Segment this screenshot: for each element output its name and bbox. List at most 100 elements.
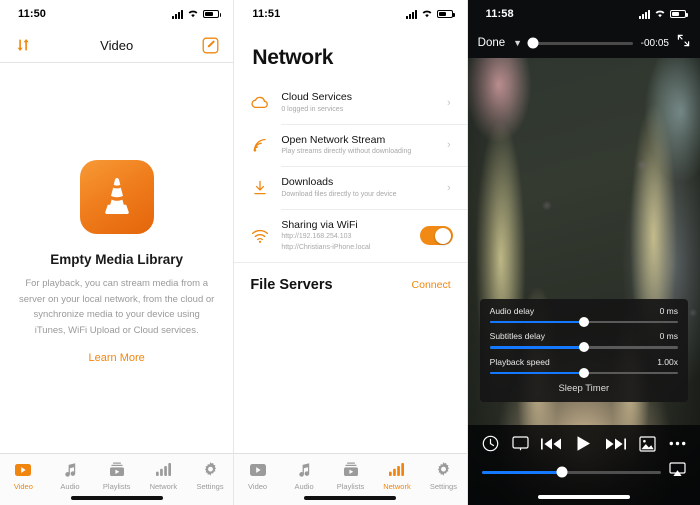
option-label: Playback speed [489, 356, 550, 367]
status-time: 11:58 [485, 8, 514, 20]
video-icon [15, 461, 32, 478]
tab-audio[interactable]: Audio [47, 461, 94, 491]
aspect-ratio-icon[interactable] [639, 435, 656, 452]
status-bar: 11:58 [467, 0, 700, 28]
audio-delay-slider[interactable] [489, 316, 678, 327]
tab-playlists-label: Playlists [336, 482, 365, 491]
home-indicator [304, 496, 397, 500]
option-value: 0 ms [659, 305, 678, 316]
expand-icon[interactable] [677, 34, 690, 52]
empty-description: For playback, you can stream media from … [18, 278, 215, 337]
row-title: Cloud Services [281, 91, 352, 103]
tab-video-label: Video [13, 482, 33, 491]
playlists-icon [343, 461, 359, 478]
chevron-right-icon: › [446, 182, 451, 195]
previous-icon[interactable] [541, 437, 562, 451]
tab-settings[interactable]: Settings [187, 461, 234, 491]
network-bars-icon [155, 461, 171, 478]
network-row-cloud-services[interactable]: Cloud Services 0 logged in services › [234, 82, 466, 124]
airplay-icon[interactable] [669, 462, 686, 482]
battery-icon [203, 10, 222, 18]
status-icons [172, 5, 222, 23]
row-text: Cloud Services 0 logged in services [281, 91, 436, 115]
row-title: Open Network Stream [281, 133, 386, 146]
panel-network: 11:51 Network Cloud Services 0 logged in… [233, 0, 467, 505]
scrub-slider[interactable] [527, 37, 633, 49]
row-subtitle: http://192.168.254.103 [281, 233, 352, 241]
subtitles-delay-slider[interactable] [489, 342, 678, 353]
play-icon[interactable] [575, 435, 592, 452]
network-bars-icon [389, 461, 405, 478]
gear-icon [436, 461, 451, 478]
tab-video[interactable]: Video [0, 461, 47, 491]
tab-network[interactable]: Network [374, 461, 420, 491]
volume-row [468, 452, 700, 482]
row-text: Sharing via WiFi http://192.168.254.103 … [281, 219, 408, 253]
more-options-icon[interactable] [669, 441, 686, 446]
sleep-timer-button[interactable]: Sleep Timer [490, 382, 678, 397]
volume-slider[interactable] [481, 466, 661, 478]
playback-options-panel: Audio delay 0 ms Subtitles delay 0 ms Pl… [479, 298, 688, 402]
status-time: 11:50 [18, 8, 47, 20]
network-row-downloads[interactable]: Downloads Download files directly to you… [234, 167, 466, 209]
playback-speed-slider[interactable] [489, 367, 678, 378]
network-row-open-network-stream[interactable]: Open Network Stream Play streams directl… [234, 125, 466, 167]
option-playback-speed: Playback speed 1.00x [489, 356, 678, 378]
battery-icon [436, 10, 455, 18]
signal-bars-icon [638, 9, 650, 19]
video-icon [249, 461, 266, 478]
edit-pencil-icon[interactable] [199, 34, 221, 56]
stream-icon [250, 137, 270, 153]
wifi-icon [421, 5, 433, 23]
status-bar: 11:51 [234, 0, 466, 28]
cloud-icon [250, 96, 270, 110]
wifi-sharing-toggle[interactable] [419, 226, 453, 246]
wifi-icon [654, 5, 666, 23]
download-icon [250, 180, 270, 196]
screenshot-root: 11:50 Video Empty Media Library For play… [0, 0, 700, 505]
tab-bar: Video Audio Playlists Network Settings [0, 453, 234, 505]
learn-more-link[interactable]: Learn More [18, 352, 215, 364]
panel-video-library: 11:50 Video Empty Media Library For play… [0, 0, 234, 505]
tab-playlists[interactable]: Playlists [93, 461, 140, 491]
nav-bar: Video [0, 28, 233, 62]
tab-network[interactable]: Network [140, 461, 187, 491]
next-icon[interactable] [605, 437, 627, 451]
chevron-down-icon[interactable]: ▼ [513, 38, 522, 48]
music-note-icon [297, 461, 312, 478]
empty-title: Empty Media Library [50, 252, 184, 267]
battery-icon [669, 10, 688, 18]
clock-icon[interactable] [482, 435, 499, 452]
row-title: Downloads [281, 176, 334, 189]
done-button[interactable]: Done [478, 37, 506, 49]
control-icons [468, 425, 700, 452]
option-subtitles-delay: Subtitles delay 0 ms [489, 331, 678, 353]
option-value: 1.00x [657, 356, 678, 367]
option-label: Subtitles delay [489, 331, 545, 341]
home-indicator [537, 495, 630, 499]
tab-playlists[interactable]: Playlists [327, 461, 373, 491]
tab-bar: Video Audio Playlists Network Settings [234, 453, 467, 505]
signal-bars-icon [405, 9, 417, 19]
tab-playlists-label: Playlists [102, 482, 131, 491]
wifi-icon [187, 5, 199, 23]
connect-button[interactable]: Connect [412, 279, 451, 291]
sort-arrows-icon[interactable] [12, 34, 34, 56]
status-icons [405, 5, 455, 23]
tab-settings-label: Settings [196, 482, 224, 491]
playlists-icon [109, 461, 125, 478]
page-title: Network [252, 46, 334, 69]
vlc-cone-icon [79, 160, 154, 234]
player-top-bar: Done ▼ -00:05 [467, 28, 700, 58]
network-row-sharing-via-wifi[interactable]: Sharing via WiFi http://192.168.254.103 … [234, 210, 466, 262]
tab-video[interactable]: Video [234, 461, 280, 491]
tab-video-label: Video [248, 482, 268, 491]
option-value: 0 ms [659, 331, 678, 341]
tab-audio-label: Audio [294, 482, 314, 491]
subtitles-screen-icon[interactable] [511, 436, 529, 451]
tab-settings[interactable]: Settings [420, 461, 466, 491]
player-control-bar [467, 425, 700, 505]
chevron-right-icon: › [446, 139, 451, 152]
tab-audio[interactable]: Audio [281, 461, 327, 491]
row-subtitle: Play streams directly without downloadin… [281, 148, 412, 156]
